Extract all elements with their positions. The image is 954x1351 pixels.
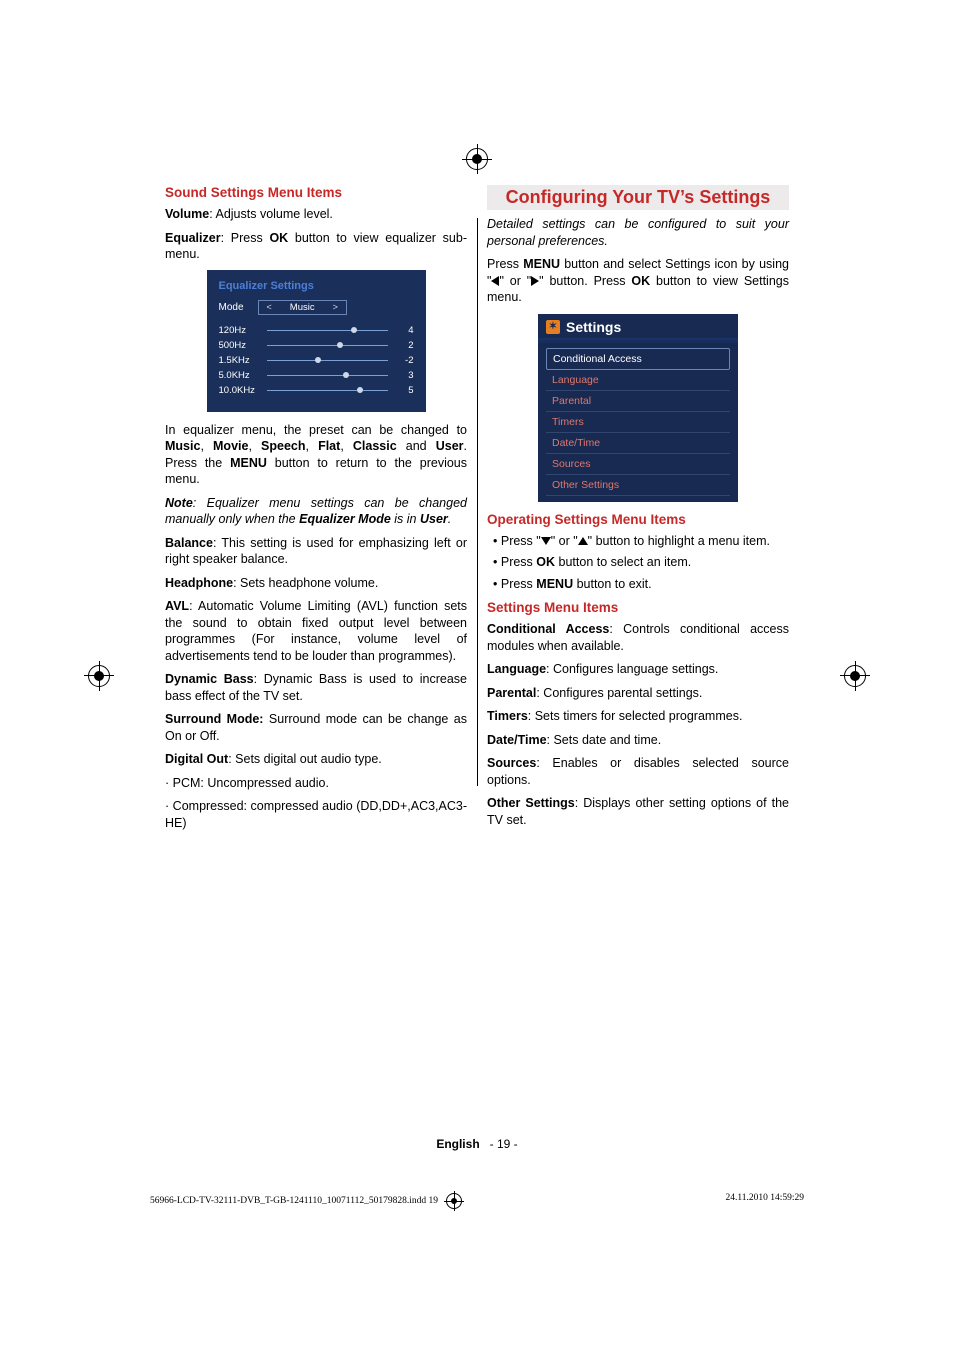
gear-icon: ✶	[546, 320, 560, 334]
equalizer-slider[interactable]	[267, 371, 388, 379]
settings-item[interactable]: Date/Time	[546, 433, 730, 454]
page-number: English - 19 -	[0, 1137, 954, 1151]
registration-mark-icon	[844, 665, 866, 687]
headphone-paragraph: Headphone: Sets headphone volume.	[165, 575, 467, 592]
detailed-settings-intro: Detailed settings can be configured to s…	[487, 216, 789, 249]
right-column: Configuring Your TV’s Settings Detailed …	[487, 185, 789, 838]
footer-datetime: 24.11.2010 14:59:29	[725, 1193, 804, 1209]
settings-panel: ✶ Settings Conditional AccessLanguagePar…	[538, 314, 738, 502]
list-item: Press OK button to select an item.	[493, 554, 789, 571]
equalizer-band-value: 2	[396, 340, 414, 351]
equalizer-slider[interactable]	[267, 326, 388, 334]
settings-panel-header: ✶ Settings	[538, 314, 738, 338]
equalizer-band-label: 1.5KHz	[219, 355, 259, 366]
equalizer-presets-paragraph: In equalizer menu, the preset can be cha…	[165, 422, 467, 488]
timers-paragraph: Timers: Sets timers for selected program…	[487, 708, 789, 725]
equalizer-band: 5.0KHz 3	[219, 370, 414, 381]
equalizer-paragraph: Equalizer: Press OK button to view equal…	[165, 230, 467, 263]
equalizer-slider[interactable]	[267, 386, 388, 394]
equalizer-band-value: 5	[396, 385, 414, 396]
equalizer-band-label: 5.0KHz	[219, 370, 259, 381]
settings-item[interactable]: Timers	[546, 412, 730, 433]
parental-paragraph: Parental: Configures parental settings.	[487, 685, 789, 702]
pcm-line: · PCM: Uncompressed audio.	[165, 775, 467, 792]
equalizer-band: 1.5KHz -2	[219, 355, 414, 366]
press-menu-paragraph: Press MENU button and select Settings ic…	[487, 256, 789, 306]
registration-mark-icon	[466, 148, 488, 170]
equalizer-band-value: 3	[396, 370, 414, 381]
equalizer-panel-title: Equalizer Settings	[219, 280, 414, 292]
settings-menu-items-heading: Settings Menu Items	[487, 600, 789, 615]
list-item: Press "" or "" button to highlight a men…	[493, 533, 789, 550]
footer-metadata: 56966-LCD-TV-32111-DVB_T-GB-1241110_1007…	[150, 1193, 804, 1209]
other-settings-paragraph: Other Settings: Displays other setting o…	[487, 795, 789, 828]
chevron-left-icon[interactable]: <	[267, 302, 272, 312]
equalizer-mode-select[interactable]: < Music >	[258, 300, 347, 315]
equalizer-settings-panel: Equalizer Settings Mode < Music > 120Hz 4…	[207, 270, 426, 412]
sources-paragraph: Sources: Enables or disables selected so…	[487, 755, 789, 788]
registration-mark-icon	[446, 1193, 462, 1209]
list-item: Press MENU button to exit.	[493, 576, 789, 593]
chevron-right-icon[interactable]: >	[333, 302, 338, 312]
page: Sound Settings Menu Items Volume: Adjust…	[0, 0, 954, 1351]
settings-item[interactable]: Conditional Access	[546, 348, 730, 370]
volume-paragraph: Volume: Adjusts volume level.	[165, 206, 467, 223]
divider	[538, 338, 738, 346]
equalizer-bands: 120Hz 4 500Hz 2 1.5KHz -2 5.0KHz 3 10.0KHz 5	[219, 325, 414, 396]
equalizer-band-label: 500Hz	[219, 340, 259, 351]
left-column: Sound Settings Menu Items Volume: Adjust…	[165, 185, 467, 838]
avl-paragraph: AVL: Automatic Volume Limiting (AVL) fun…	[165, 598, 467, 664]
settings-item[interactable]: Sources	[546, 454, 730, 475]
volume-label: Volume	[165, 207, 209, 221]
operating-bullets: Press "" or "" button to highlight a men…	[487, 533, 789, 593]
dynamic-bass-paragraph: Dynamic Bass: Dynamic Bass is used to in…	[165, 671, 467, 704]
equalizer-slider[interactable]	[267, 341, 388, 349]
digital-out-paragraph: Digital Out: Sets digital out audio type…	[165, 751, 467, 768]
surround-paragraph: Surround Mode: Surround mode can be chan…	[165, 711, 467, 744]
volume-text: : Adjusts volume level.	[209, 207, 333, 221]
arrow-down-icon	[541, 537, 551, 545]
equalizer-mode-row: Mode < Music >	[219, 300, 414, 315]
settings-panel-title: Settings	[566, 319, 621, 335]
footer-page-number: - 19 -	[490, 1137, 518, 1151]
settings-item[interactable]: Language	[546, 370, 730, 391]
equalizer-band-label: 120Hz	[219, 325, 259, 336]
equalizer-band-value: 4	[396, 325, 414, 336]
operating-settings-heading: Operating Settings Menu Items	[487, 512, 789, 527]
settings-list: Conditional AccessLanguageParentalTimers…	[538, 348, 738, 496]
settings-item[interactable]: Other Settings	[546, 475, 730, 496]
arrow-up-icon	[578, 537, 588, 545]
sound-settings-heading: Sound Settings Menu Items	[165, 185, 467, 200]
column-separator	[477, 218, 478, 786]
equalizer-band: 500Hz 2	[219, 340, 414, 351]
equalizer-band: 120Hz 4	[219, 325, 414, 336]
equalizer-band: 10.0KHz 5	[219, 385, 414, 396]
equalizer-mode-label: Mode	[219, 302, 244, 313]
footer-language: English	[436, 1137, 479, 1151]
configuring-heading: Configuring Your TV’s Settings	[487, 185, 789, 210]
settings-item[interactable]: Parental	[546, 391, 730, 412]
compressed-line: · Compressed: compressed audio (DD,DD+,A…	[165, 798, 467, 831]
balance-paragraph: Balance: This setting is used for emphas…	[165, 535, 467, 568]
equalizer-mode-value: Music	[290, 302, 315, 313]
footer-filename: 56966-LCD-TV-32111-DVB_T-GB-1241110_1007…	[150, 1193, 462, 1209]
datetime-paragraph: Date/Time: Sets date and time.	[487, 732, 789, 749]
crop-mark-icon	[796, 120, 797, 158]
equalizer-note: Note: Equalizer menu settings can be cha…	[165, 495, 467, 528]
equalizer-band-label: 10.0KHz	[219, 385, 259, 396]
equalizer-band-value: -2	[396, 355, 414, 366]
equalizer-slider[interactable]	[267, 356, 388, 364]
conditional-access-paragraph: Conditional Access: Controls conditional…	[487, 621, 789, 654]
language-paragraph: Language: Configures language settings.	[487, 661, 789, 678]
crop-mark-icon	[157, 120, 158, 158]
registration-mark-icon	[88, 665, 110, 687]
arrow-right-icon	[531, 276, 539, 286]
equalizer-label: Equalizer	[165, 231, 221, 245]
